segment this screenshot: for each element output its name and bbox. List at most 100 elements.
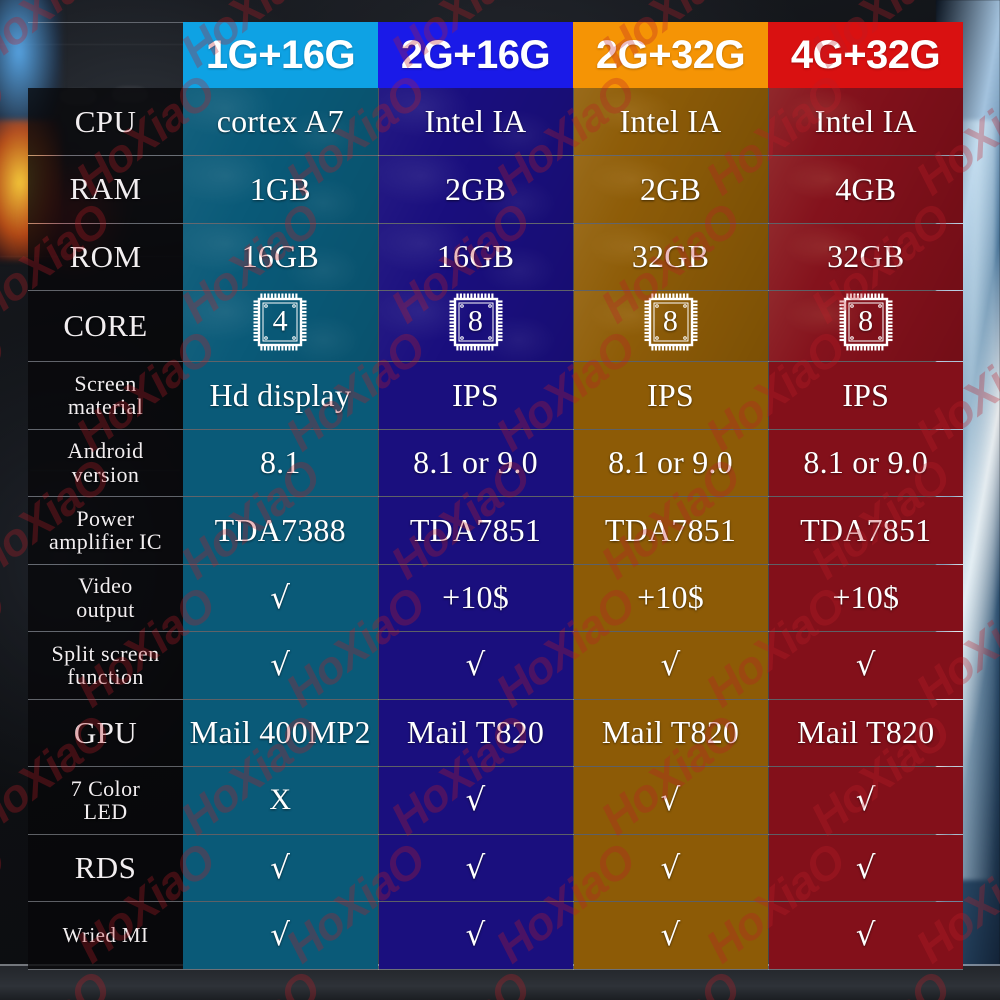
cell-6-1: 8.1 [183,429,379,497]
cell-value: TDA7851 [409,511,542,548]
cell-value: Mail T820 [797,714,935,751]
core-count: 8 [662,304,679,338]
cell-value: 2GB [444,170,507,207]
row-label-line: version [71,461,140,487]
core-count: 4 [272,304,288,338]
cell-7-3: TDA7851 [573,496,769,565]
screenshot-canvas: 1G+16G 2G+16G 2G+32G 4G+32G CPU cortex A7… [0,0,1000,1000]
cell-7-1: TDA7388 [183,496,379,565]
table-row: Power amplifier IC TDA7388 TDA7851 TDA7851 TD… [28,496,963,565]
row-label-7-color-led: 7 Color LED [28,766,183,835]
cell-8-3: +10$ [573,564,769,632]
row-label-gpu: GPU [28,699,183,767]
cell-3-4: 32GB [768,223,963,291]
cell-3-1: 16GB [183,223,379,291]
row-label-android-version: Android version [28,429,183,497]
cell-1-3: Intel IA [573,88,769,156]
cell-2-4: 4GB [768,155,963,224]
check-icon: √ [465,917,486,954]
cell-value: 32GB [631,238,710,275]
cell-value: Intel IA [619,103,722,139]
header-variant-1[interactable]: 1G+16G [183,22,378,88]
header-variant-4[interactable]: 4G+32G [768,22,963,88]
cross-icon: X [269,783,292,817]
cell-11-1: X [183,766,379,835]
header-variant-3[interactable]: 2G+32G [573,22,768,88]
table-row: Screen material Hd display IPS IPS IPS [28,361,963,430]
row-label-line: function [67,664,144,690]
cell-4-3: 8 [573,290,769,362]
check-icon: √ [270,579,291,616]
cell-value: TDA7851 [604,511,737,548]
cell-13-4: √ [768,901,963,970]
cell-value: 8.1 or 9.0 [608,444,733,481]
row-label-line: GPU [73,714,138,750]
cell-10-2: Mail T820 [378,699,574,767]
header-variant-2[interactable]: 2G+16G [378,22,573,88]
cell-5-3: IPS [573,361,769,430]
cell-8-2: +10$ [378,564,574,632]
table-row: Android version 8.1 8.1 or 9.0 8.1 or 9.0 8.1… [28,429,963,497]
cell-value: 1GB [249,170,311,207]
cell-value: +10$ [637,579,704,616]
row-label-line: RDS [74,849,137,885]
cell-value: +10$ [832,579,900,616]
core-count: 8 [858,304,874,338]
cell-11-4: √ [768,766,963,835]
cell-6-3: 8.1 or 9.0 [573,429,769,497]
table-row: Wried MI √ √ √ √ [28,901,963,970]
check-icon: √ [465,849,486,886]
check-icon: √ [855,782,876,819]
row-label-line: RAM [69,171,142,207]
header-row: 1G+16G 2G+16G 2G+32G 4G+32G [28,22,963,88]
row-label-line: ROM [69,238,142,274]
row-label-line: LED [83,799,128,825]
cell-5-4: IPS [768,361,963,430]
cpu-chip-icon: 4 [249,291,311,353]
cell-value: Mail T820 [406,714,545,751]
table-header: 1G+16G 2G+16G 2G+32G 4G+32G [28,22,963,88]
cell-12-3: √ [573,834,769,902]
cell-value: TDA7851 [800,511,932,548]
cell-value: cortex A7 [216,103,344,139]
cell-13-3: √ [573,901,769,970]
header-corner-cell [28,22,183,88]
check-icon: √ [465,782,486,819]
cell-value: 32GB [827,238,905,275]
row-label-line: Android [67,438,144,463]
table-row: Video output √ +10$ +10$ +10$ [28,564,963,632]
cell-value: 16GB [436,238,515,275]
cell-value: IPS [647,376,694,413]
cell-11-3: √ [573,766,769,835]
table-row: 7 Color LED X √ √ √ [28,766,963,835]
row-label-line: Video [78,573,133,598]
cell-5-2: IPS [378,361,574,430]
cell-value: IPS [452,376,499,413]
row-label-line: output [76,596,135,622]
table-row: GPU Mail 400MP2 Mail T820 Mail T820 Mail T82… [28,699,963,767]
row-label-rds: RDS [28,834,183,902]
cell-1-2: Intel IA [378,88,574,156]
cell-12-1: √ [183,834,379,902]
row-label-line: Power [76,505,135,531]
cell-value: Mail T820 [601,714,740,751]
cell-9-3: √ [573,631,769,700]
row-label-line: material [67,394,144,420]
table-row: RDS √ √ √ √ [28,834,963,902]
cell-10-3: Mail T820 [573,699,769,767]
cell-8-1: √ [183,564,379,632]
cell-4-1: 4 [183,290,379,362]
table-row: CORE 4 8 8 8 [28,290,963,362]
row-label-line: 7 Color [70,775,141,801]
cell-3-3: 32GB [573,223,769,291]
check-icon: √ [660,647,681,684]
cell-2-2: 2GB [378,155,574,224]
cell-13-2: √ [378,901,574,970]
row-label-line: CORE [63,308,148,344]
cpu-chip-icon: 8 [835,291,897,353]
cell-value: Intel IA [424,103,527,139]
row-label-rom: ROM [28,223,183,291]
cell-10-4: Mail T820 [768,699,963,767]
table-row: CPU cortex A7 Intel IA Intel IA Intel IA [28,88,963,156]
row-label-line: amplifier IC [49,529,162,555]
